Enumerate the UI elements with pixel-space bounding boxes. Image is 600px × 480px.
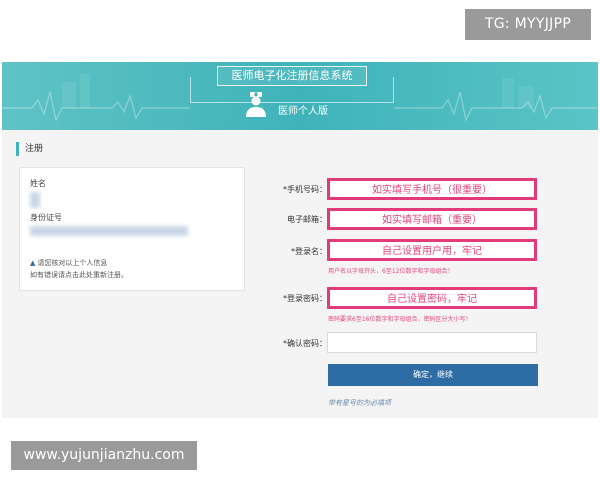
- system-title: 医师电子化注册信息系统: [217, 66, 367, 86]
- id-number-value-blurred: [30, 226, 188, 236]
- phone-hint: 如实填写手机号（很重要）: [372, 185, 492, 196]
- name-value-blurred: [30, 192, 40, 208]
- name-label: 姓名: [30, 179, 46, 188]
- user-icon: ▲: [30, 259, 36, 267]
- tg-watermark: TG: MYYJJPP: [465, 9, 591, 40]
- header-banner: 医师电子化注册信息系统 医师个人版: [2, 62, 598, 130]
- site-watermark: www.yujunjianzhu.com: [11, 441, 197, 470]
- phone-input[interactable]: 如实填写手机号（很重要）: [327, 178, 537, 200]
- email-input[interactable]: 如实填写邮箱（重要）: [327, 208, 537, 230]
- edition-subtitle: 医师个人版: [278, 106, 328, 117]
- password-label: *登录密码：: [283, 294, 327, 303]
- registration-content: 注册 姓名 身份证号 ▲ 请您核对以上个人信息 如有错误请点击此处重新注册。 *手…: [2, 130, 598, 418]
- phone-label: *手机号码：: [283, 185, 327, 194]
- required-footnote: 带有星号的为必填项: [328, 399, 391, 407]
- password-hint: 自己设置密码，牢记: [387, 294, 477, 305]
- doctor-icon: [246, 92, 266, 117]
- re-register-link[interactable]: 如有错误请点击此处重新注册。: [30, 270, 128, 280]
- username-input[interactable]: 自己设置用户用，牢记: [327, 239, 537, 261]
- email-hint: 如实填写邮箱（重要）: [382, 215, 482, 226]
- id-number-label: 身份证号: [30, 213, 62, 222]
- username-hint: 自己设置用户用，牢记: [382, 246, 482, 257]
- submit-button[interactable]: 确定，继续: [328, 364, 538, 386]
- verify-notice: ▲ 请您核对以上个人信息: [30, 259, 108, 267]
- username-help: 用户名以字母开头，6至12位数字和字母组合！: [328, 268, 454, 275]
- confirm-password-label: *确认密码：: [283, 339, 327, 348]
- page: TG: MYYJJPP 医师电子化注册信息系统 医师个人版 注册 姓名 身份证号: [0, 0, 600, 480]
- password-help: 密码要求6至16位数字和字母组合，密码区分大小写！: [328, 316, 472, 323]
- personal-info-card: 姓名 身份证号 ▲ 请您核对以上个人信息 如有错误请点击此处重新注册。: [19, 167, 245, 291]
- confirm-password-input[interactable]: [327, 332, 537, 353]
- section-title: 注册: [16, 142, 43, 156]
- password-input[interactable]: 自己设置密码，牢记: [327, 287, 537, 309]
- email-label: 电子邮箱：: [287, 215, 327, 224]
- username-label: *登录名：: [291, 247, 327, 256]
